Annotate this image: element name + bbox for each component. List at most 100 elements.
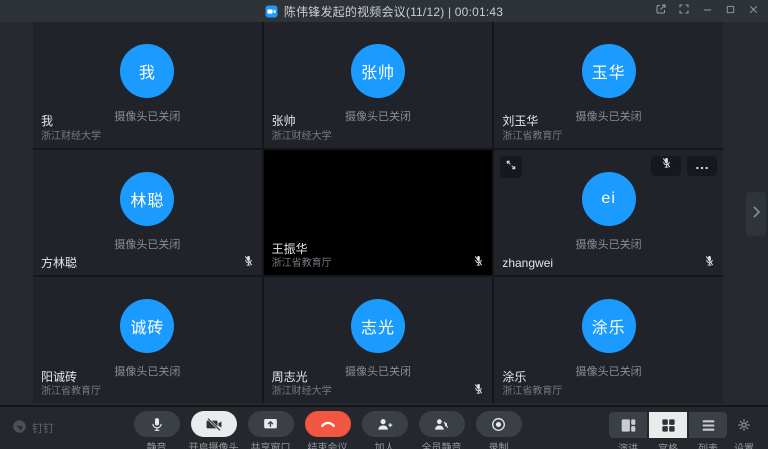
muted-mic-icon bbox=[473, 254, 484, 268]
footer-mute-button[interactable]: 静音 bbox=[128, 411, 185, 449]
mute-participant-button[interactable] bbox=[651, 156, 681, 176]
camera-status-label: 摄像头已关闭 bbox=[576, 108, 642, 124]
title-bar: 陈伟锋发起的视频会议(11/12) | 00:01:43 bbox=[0, 0, 768, 22]
more-options-button[interactable] bbox=[687, 156, 717, 176]
participant-org: 浙江财经大学 bbox=[272, 386, 332, 398]
dingtalk-logo-icon bbox=[12, 419, 27, 437]
avatar: 我 bbox=[120, 44, 174, 98]
end-call-icon bbox=[305, 411, 351, 437]
camera-off-icon bbox=[191, 411, 237, 437]
participant-name: zhangwei bbox=[502, 256, 553, 270]
chevron-right-icon bbox=[751, 205, 761, 224]
view-speaker-view-button[interactable]: 演讲 bbox=[609, 412, 647, 449]
muted-mic-icon bbox=[243, 254, 254, 268]
toolbar-button-label: 录制 bbox=[489, 439, 509, 449]
window-title: 陈伟锋发起的视频会议(11/12) | 00:01:43 bbox=[284, 3, 503, 20]
fullscreen-icon bbox=[678, 2, 690, 20]
participant-org: 浙江财经大学 bbox=[41, 131, 101, 143]
avatar: 志光 bbox=[351, 299, 405, 353]
minimize-icon bbox=[702, 2, 713, 20]
participant-name: 刘玉华 bbox=[502, 114, 562, 128]
fullscreen-button[interactable] bbox=[677, 3, 691, 19]
meeting-window: 陈伟锋发起的视频会议(11/12) | 00:01:43 我 摄像头已关闭 我 … bbox=[0, 0, 768, 449]
avatar: 玉华 bbox=[582, 44, 636, 98]
participant-org: 浙江省教育厅 bbox=[502, 131, 562, 143]
grid-view-icon bbox=[649, 412, 687, 438]
tile-center: 诚砖 摄像头已关闭 bbox=[33, 299, 262, 379]
camera-status-label: 摄像头已关闭 bbox=[114, 108, 180, 124]
tile-center: 林聪 摄像头已关闭 bbox=[33, 172, 262, 252]
avatar: 涂乐 bbox=[582, 299, 636, 353]
view-grid-view-button[interactable]: 宫格 bbox=[649, 412, 687, 449]
participant-tile-涂乐[interactable]: 涂乐 摄像头已关闭 涂乐 浙江省教育厅 bbox=[494, 277, 723, 403]
nameplate: 刘玉华 浙江省教育厅 bbox=[502, 114, 562, 142]
participant-name: 涂乐 bbox=[502, 370, 562, 384]
layout-toggle-group: 演讲 宫格 列表 bbox=[609, 412, 727, 449]
footer-settings-button[interactable]: 设置 bbox=[727, 412, 761, 449]
muted-mic-icon bbox=[704, 254, 715, 268]
view-toggle-label: 演讲 bbox=[618, 440, 638, 449]
participant-tile-我[interactable]: 我 摄像头已关闭 我 浙江财经大学 bbox=[33, 22, 262, 148]
view-toggle-label: 宫格 bbox=[658, 440, 678, 449]
record-icon bbox=[476, 411, 522, 437]
toolbar-button-label: 加人 bbox=[375, 439, 395, 449]
camera-status-label: 摄像头已关闭 bbox=[576, 363, 642, 379]
participant-tile-zhangwei[interactable]: ei 摄像头已关闭 zhangwei bbox=[494, 150, 723, 276]
popout-icon bbox=[655, 2, 667, 20]
toolbar-button-label: 开启摄像头 bbox=[189, 439, 239, 449]
participant-tile-阳诚砖[interactable]: 诚砖 摄像头已关闭 阳诚砖 浙江省教育厅 bbox=[33, 277, 262, 403]
mute-all-icon bbox=[419, 411, 465, 437]
expand-icon bbox=[505, 158, 517, 176]
camera-status-label: 摄像头已关闭 bbox=[114, 236, 180, 252]
nameplate: 涂乐 浙江省教育厅 bbox=[502, 370, 562, 398]
tile-center: 涂乐 摄像头已关闭 bbox=[494, 299, 723, 379]
list-view-icon bbox=[689, 412, 727, 438]
maximize-button[interactable] bbox=[723, 3, 737, 19]
tile-center: 志光 摄像头已关闭 bbox=[264, 299, 493, 379]
view-list-view-button[interactable]: 列表 bbox=[689, 412, 727, 449]
camera-status-label: 摄像头已关闭 bbox=[345, 363, 411, 379]
window-controls bbox=[654, 0, 760, 22]
more-icon bbox=[695, 157, 709, 175]
settings-label: 设置 bbox=[734, 440, 754, 449]
camera-status-label: 摄像头已关闭 bbox=[114, 363, 180, 379]
share-screen-icon bbox=[248, 411, 294, 437]
minimize-button[interactable] bbox=[700, 3, 714, 19]
participant-tile-张帅[interactable]: 张帅 摄像头已关闭 张帅 浙江财经大学 bbox=[264, 22, 493, 148]
camera-status-label: 摄像头已关闭 bbox=[345, 108, 411, 124]
footer-record-button[interactable]: 录制 bbox=[470, 411, 527, 449]
toolbar-button-label: 全员静音 bbox=[422, 439, 462, 449]
footer-add-person-button[interactable]: 加人 bbox=[356, 411, 413, 449]
tile-center: 张帅 摄像头已关闭 bbox=[264, 44, 493, 124]
participant-tile-方林聪[interactable]: 林聪 摄像头已关闭 方林聪 bbox=[33, 150, 262, 276]
avatar: 林聪 bbox=[120, 172, 174, 226]
footer-camera-button[interactable]: 开启摄像头 bbox=[185, 411, 242, 449]
participant-name: 周志光 bbox=[272, 370, 332, 384]
toolbar-button-label: 静音 bbox=[147, 439, 167, 449]
popout-button[interactable] bbox=[654, 3, 668, 19]
tile-center: 玉华 摄像头已关闭 bbox=[494, 44, 723, 124]
muted-mic-icon bbox=[473, 382, 484, 396]
toolbar-button-label: 结束会议 bbox=[308, 439, 348, 449]
maximize-icon bbox=[725, 2, 736, 20]
participant-name: 阳诚砖 bbox=[41, 370, 101, 384]
expand-tile-button[interactable] bbox=[500, 156, 522, 178]
microphone-icon bbox=[134, 411, 180, 437]
expand-panel-button[interactable] bbox=[746, 192, 766, 236]
participant-tile-王振华[interactable]: 王振华 浙江省教育厅 bbox=[264, 150, 493, 276]
participant-tile-刘玉华[interactable]: 玉华 摄像头已关闭 刘玉华 浙江省教育厅 bbox=[494, 22, 723, 148]
footer-end-meeting-button[interactable]: 结束会议 bbox=[299, 411, 356, 449]
camera-status-label: 摄像头已关闭 bbox=[576, 236, 642, 252]
participant-org: 浙江省教育厅 bbox=[502, 386, 562, 398]
gear-icon bbox=[736, 412, 752, 438]
footer-share-button[interactable]: 共享窗口 bbox=[242, 411, 299, 449]
footer-mute-all-button[interactable]: 全员静音 bbox=[413, 411, 470, 449]
avatar: 诚砖 bbox=[120, 299, 174, 353]
participant-name: 张帅 bbox=[272, 114, 332, 128]
participant-tile-周志光[interactable]: 志光 摄像头已关闭 周志光 浙江财经大学 bbox=[264, 277, 493, 403]
nameplate: 王振华 浙江省教育厅 bbox=[272, 242, 332, 270]
tile-hover-controls bbox=[651, 156, 717, 176]
muted-mic-icon bbox=[661, 156, 672, 175]
close-button[interactable] bbox=[746, 3, 760, 19]
meeting-badge-icon bbox=[265, 5, 278, 18]
